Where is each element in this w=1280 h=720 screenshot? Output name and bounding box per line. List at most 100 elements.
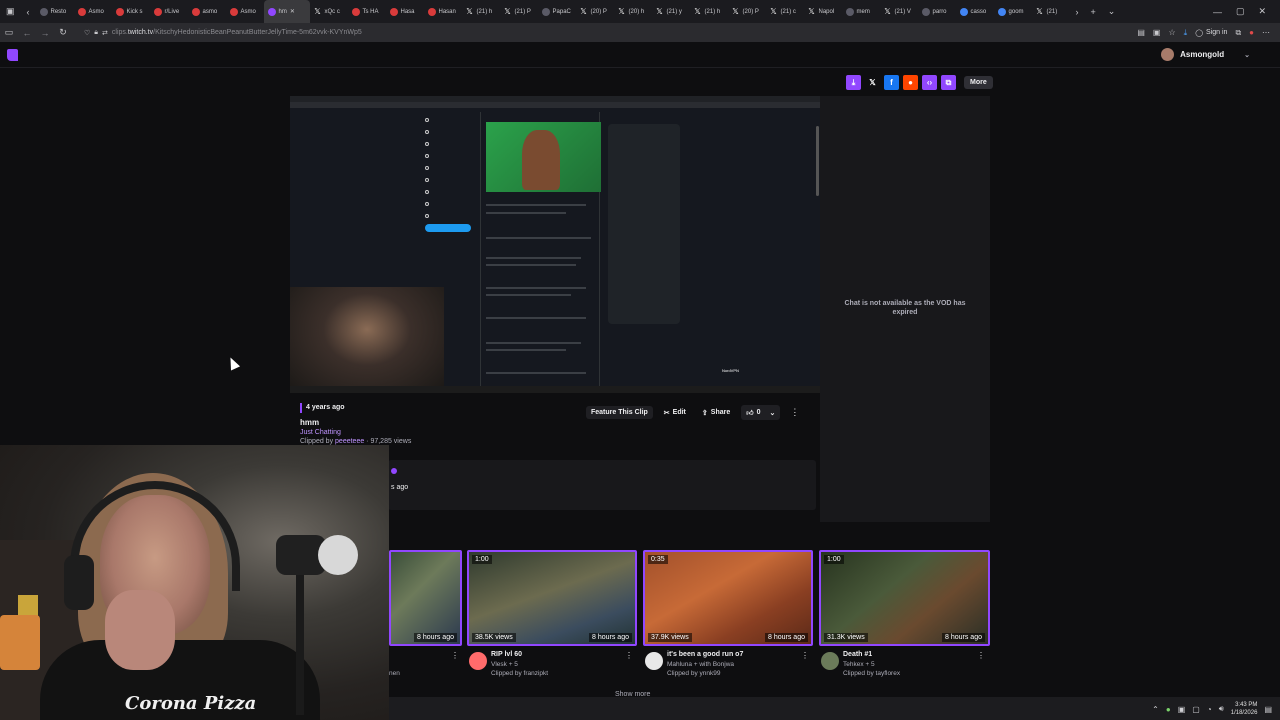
browser-tab[interactable]: parro [918, 0, 956, 23]
facebook-share-icon[interactable]: f [884, 75, 899, 90]
reddit-share-icon[interactable]: ● [903, 75, 918, 90]
like-button[interactable]: 👍︎ 0 ⌄ [741, 405, 781, 420]
download-icon[interactable]: ⤓ [846, 75, 861, 90]
clip-thumbnail[interactable]: 1:00 31.3K views 8 hours ago [819, 550, 990, 646]
clip-category-link[interactable]: Just Chatting [300, 429, 341, 436]
tray-app-icon[interactable]: ▢ [1192, 705, 1200, 714]
more-options-icon[interactable]: ⋮ [790, 407, 799, 418]
clip-card[interactable]: 1:00 38.5K views 8 hours ago RIP lvl 60 … [467, 550, 637, 680]
browser-tab[interactable]: Asmo [74, 0, 112, 23]
browser-tab[interactable]: 𝕏 (21) P [500, 0, 538, 23]
tab-scroll-right-icon[interactable]: › [1070, 7, 1085, 17]
browser-tab[interactable]: 𝕏xQc c [310, 0, 348, 23]
volume-icon[interactable]: 🔊︎ [1219, 704, 1224, 714]
browser-tab[interactable]: 𝕏 (21) y [652, 0, 690, 23]
tab-actions-icon[interactable]: ▣ [0, 6, 21, 17]
close-tab-icon[interactable]: ✕ [290, 8, 295, 15]
share-button[interactable]: ⇪ Share [697, 406, 735, 420]
browser-tab[interactable]: 𝕏 (21) c [766, 0, 804, 23]
clip-card[interactable]: 8 hours ago ⋮ nen [389, 550, 464, 680]
new-tab-button[interactable]: + [1085, 7, 1102, 17]
back-button[interactable]: ← [18, 28, 36, 38]
maximize-button[interactable]: ▢ [1236, 6, 1245, 17]
browser-tab[interactable]: 𝕏 (21) h [462, 0, 500, 23]
notifications-icon[interactable]: ▤ [1264, 705, 1272, 714]
streamer-avatar[interactable] [821, 652, 839, 670]
url-field[interactable]: ♡ 🔒︎ ⇄ clips.twitch.tv/KitschyHedonistic… [78, 25, 1137, 40]
clip-title[interactable]: Death #1 [843, 651, 872, 658]
clip-streamer[interactable]: Vlesk + 5 [491, 661, 518, 668]
minimize-button[interactable]: — [1213, 7, 1222, 17]
extensions-icon[interactable]: ⧉ [1235, 28, 1241, 38]
more-share-button[interactable]: More [964, 76, 993, 89]
x-share-icon[interactable]: 𝕏 [865, 75, 880, 90]
browser-tab[interactable]: Resto [36, 0, 74, 23]
browser-tab[interactable]: goom [994, 0, 1032, 23]
clip-streamer[interactable]: Mahluna + with Bonjwa [667, 661, 734, 668]
browser-tab[interactable]: Ts HA [348, 0, 386, 23]
copy-link-icon[interactable]: ⧉ [941, 75, 956, 90]
browser-tab[interactable]: Hasa [386, 0, 424, 23]
browser-tab[interactable]: 𝕏 (21) [1032, 0, 1070, 23]
browser-tab[interactable]: asmo [188, 0, 226, 23]
edit-button[interactable]: ✂ Edit [659, 406, 691, 420]
screenshot-icon[interactable]: ▣ [1153, 28, 1161, 37]
clip-more-icon[interactable]: ⋮ [977, 651, 985, 660]
streamer-avatar[interactable] [645, 652, 663, 670]
forward-button[interactable]: → [36, 28, 54, 38]
clip-video-player[interactable]: NordVPN [290, 96, 820, 393]
thumbnail-image [821, 552, 988, 644]
copilot-icon[interactable]: ● [1249, 28, 1254, 37]
embed-code-icon[interactable]: ‹› [922, 75, 937, 90]
clip-card[interactable]: 0:35 37.9K views 8 hours ago it's been a… [643, 550, 813, 680]
downloads-icon[interactable]: ⤓ [1184, 28, 1188, 38]
clip-thumbnail[interactable]: 1:00 38.5K views 8 hours ago [467, 550, 637, 646]
clip-more-icon[interactable]: ⋮ [625, 651, 633, 660]
clip-thumbnail[interactable]: 8 hours ago [389, 550, 462, 646]
clip-streamer[interactable]: Tehkex + 5 [843, 661, 875, 668]
user-menu[interactable]: Asmongold ⌄ [1161, 48, 1250, 61]
clip-more-icon[interactable]: ⋮ [801, 651, 809, 660]
browser-tab[interactable]: PapaC [538, 0, 576, 23]
streamer-avatar[interactable] [469, 652, 487, 670]
browser-tab[interactable]: 𝕏 (21) h [690, 0, 728, 23]
browser-tab[interactable]: Kick s [112, 0, 150, 23]
tray-app-icon[interactable]: ▣ [1178, 705, 1186, 714]
browser-tab[interactable]: 𝕏 (20) P [576, 0, 614, 23]
tray-overflow-icon[interactable]: ⌃ [1152, 705, 1159, 714]
browser-tab[interactable]: r/Live [150, 0, 188, 23]
browser-tab[interactable]: hm ✕ [263, 0, 310, 23]
reload-button[interactable]: ↻ [54, 27, 72, 38]
clip-thumbnail[interactable]: 0:35 37.9K views 8 hours ago [643, 550, 813, 646]
video-sidebar-item [425, 186, 480, 198]
browser-tab[interactable]: 𝕏 (20) h [614, 0, 652, 23]
browser-tab[interactable]: Hasan [424, 0, 462, 23]
clip-title[interactable]: RIP lvl 60 [491, 651, 522, 658]
clip-more-icon[interactable]: ⋮ [451, 651, 459, 660]
browser-tab[interactable]: Asmo [226, 0, 264, 23]
clip-card[interactable]: 1:00 31.3K views 8 hours ago Death #1 Te… [819, 550, 991, 680]
twitch-logo-icon[interactable] [7, 49, 18, 61]
tray-app-icon[interactable]: ● [1166, 705, 1171, 714]
bookmark-star-icon[interactable]: ☆ [1168, 28, 1175, 37]
browser-tab[interactable]: mem [842, 0, 880, 23]
sidebar-toggle-icon[interactable]: ▭ [0, 27, 18, 38]
lock-icon[interactable]: 🔒︎ [94, 29, 98, 37]
reader-icon[interactable]: ▤ [1137, 28, 1145, 37]
clip-title[interactable]: it's been a good run o7 [667, 651, 743, 658]
browser-menu-icon[interactable]: ⋯ [1262, 28, 1270, 37]
browser-tab[interactable]: casso [956, 0, 994, 23]
browser-tab[interactable]: 𝕏 Napol [804, 0, 842, 23]
clipper-link[interactable]: peeeteee [335, 438, 364, 445]
browser-tab[interactable]: 𝕏 (20) P [728, 0, 766, 23]
favorite-icon[interactable]: ♡ [84, 29, 90, 37]
wifi-icon[interactable]: ◔ [1207, 705, 1212, 714]
sign-in-button[interactable]: ◯ Sign in [1195, 29, 1227, 37]
tab-back-icon[interactable]: ‹ [21, 7, 36, 17]
feature-clip-button[interactable]: Feature This Clip [586, 406, 653, 419]
system-clock[interactable]: 3:43 PM 1/18/2026 [1231, 701, 1258, 717]
close-window-button[interactable]: ✕ [1258, 6, 1266, 17]
site-settings-icon[interactable]: ⇄ [102, 29, 108, 37]
tab-list-dropdown-icon[interactable]: ⌄ [1102, 6, 1122, 17]
browser-tab[interactable]: 𝕏 (21) V [880, 0, 918, 23]
